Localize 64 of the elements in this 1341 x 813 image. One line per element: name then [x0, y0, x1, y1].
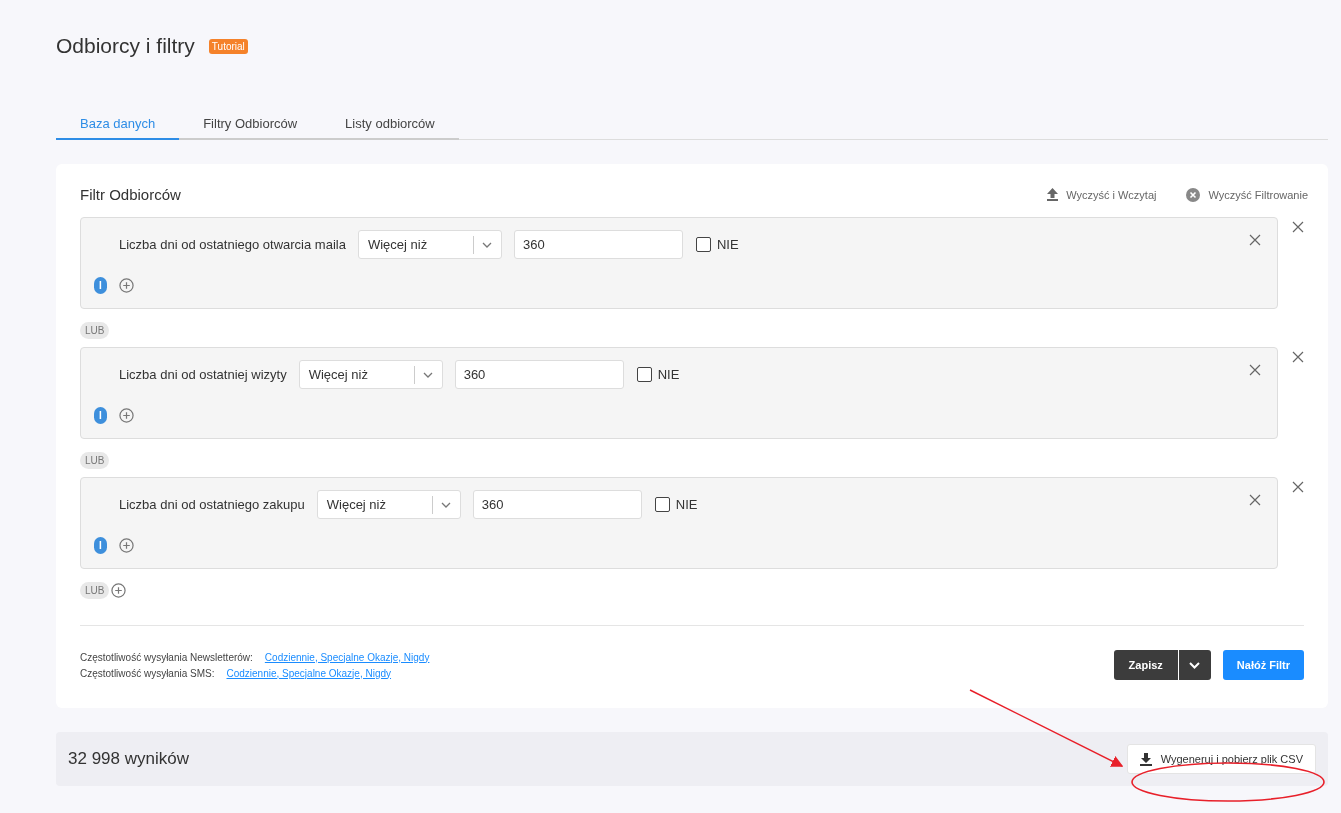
add-condition-button[interactable] — [119, 408, 134, 423]
tab[interactable]: Baza danych — [56, 108, 180, 140]
filter-title: Filtr Odbiorców — [80, 186, 181, 203]
close-icon — [1249, 234, 1261, 246]
tab[interactable]: Listy odbiorców — [321, 108, 459, 140]
add-condition-button[interactable] — [119, 538, 134, 553]
condition-label: Liczba dni od ostatniego zakupu — [119, 497, 305, 512]
action-button[interactable]: Wyczyść Filtrowanie — [1186, 187, 1308, 202]
chevron-down-icon — [1189, 661, 1201, 669]
and-badge[interactable]: I — [94, 407, 107, 424]
save-button[interactable]: Zapisz — [1113, 650, 1178, 680]
remove-group-button[interactable] — [1292, 481, 1304, 493]
close-icon — [1249, 364, 1261, 376]
frequency-label: Częstotliwość wysyłania Newsletterów: — [80, 651, 253, 663]
action-button[interactable]: Wyczyść i Wczytaj — [1047, 187, 1157, 202]
close-icon — [1292, 481, 1304, 493]
save-options-button[interactable] — [1178, 650, 1211, 680]
remove-group-button[interactable] — [1292, 221, 1304, 233]
chevron-down-icon — [423, 371, 434, 378]
plus-icon — [119, 278, 134, 293]
apply-filter-button[interactable]: Nałóż Filtr — [1222, 650, 1304, 680]
value-input[interactable]: 360 — [472, 490, 642, 519]
and-badge[interactable]: I — [94, 277, 107, 294]
negate-checkbox[interactable] — [695, 237, 711, 252]
operator-select[interactable]: Więcej niż — [298, 360, 443, 389]
checkbox-label: NIE — [716, 237, 739, 252]
close-icon — [1292, 221, 1304, 233]
remove-condition-button[interactable] — [1249, 234, 1261, 246]
close-icon — [1249, 494, 1261, 506]
plus-icon — [119, 408, 134, 423]
value-input[interactable]: 360 — [513, 230, 683, 259]
page-title: Odbiorcy i filtry — [56, 34, 195, 58]
remove-group-button[interactable] — [1292, 351, 1304, 363]
chevron-down-icon — [482, 241, 493, 248]
frequency-link[interactable]: Codziennie, Specjalne Okazje, Nigdy — [226, 667, 392, 679]
operator-select[interactable]: Więcej niż — [316, 490, 461, 519]
negate-checkbox[interactable] — [654, 497, 670, 512]
export-csv-button[interactable]: Wygeneruj i pobierz plik CSV — [1126, 744, 1316, 774]
operator-select[interactable]: Więcej niż — [357, 230, 502, 259]
or-badge[interactable]: LUB — [80, 452, 110, 469]
or-badge[interactable]: LUB — [80, 322, 110, 339]
chevron-down-icon — [441, 501, 452, 508]
tab[interactable]: Filtry Odbiorców — [179, 108, 322, 140]
add-condition-button[interactable] — [119, 278, 134, 293]
condition-label: Liczba dni od ostatniego otwarcia maila — [119, 237, 346, 252]
checkbox-label: NIE — [675, 497, 698, 512]
download-icon — [1139, 752, 1152, 766]
plus-icon — [111, 583, 127, 598]
and-badge[interactable]: I — [94, 537, 107, 554]
value-input[interactable]: 360 — [454, 360, 624, 389]
remove-condition-button[interactable] — [1249, 494, 1261, 506]
clear-icon — [1186, 187, 1201, 202]
checkbox-label: NIE — [657, 367, 680, 382]
negate-checkbox[interactable] — [636, 367, 652, 382]
or-badge[interactable]: LUB — [80, 582, 110, 599]
add-group-button[interactable] — [111, 583, 127, 598]
frequency-label: Częstotliwość wysyłania SMS: — [80, 667, 215, 679]
close-icon — [1292, 351, 1304, 363]
frequency-link[interactable]: Codziennie, Specjalne Okazje, Nigdy — [264, 651, 430, 663]
plus-icon — [119, 538, 134, 553]
remove-condition-button[interactable] — [1249, 364, 1261, 376]
condition-label: Liczba dni od ostatniej wizyty — [119, 367, 287, 382]
upload-icon — [1047, 188, 1059, 201]
results-count: 32 998 wyników — [68, 749, 189, 769]
